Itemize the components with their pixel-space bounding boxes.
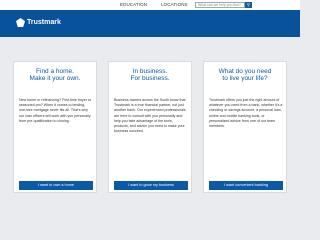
top-utility-bar: EDUCATION LOCATIONS ABOUT US What can we… (0, 0, 300, 10)
nav-education-link[interactable]: EDUCATION (120, 2, 147, 7)
card-banking: What do you need to live your life? Trus… (203, 61, 287, 193)
card-business: In business. For business. Business owne… (108, 61, 192, 193)
card-home: Find a home. Make it your own. New home … (13, 61, 97, 193)
card-title: What do you need to live your life? (218, 68, 272, 82)
search-icon[interactable]: ⚲ (245, 1, 252, 8)
main-content: Find a home. Make it your own. New home … (0, 37, 300, 218)
site-header: Trustmark (0, 10, 300, 37)
nav-locations-link[interactable]: LOCATIONS (161, 2, 188, 7)
convenient-banking-button[interactable]: I want convenient banking (209, 181, 283, 190)
search-input[interactable]: What can we help you find? (195, 1, 245, 8)
grow-business-button[interactable]: I want to grow my business (114, 181, 188, 190)
own-home-button[interactable]: I want to own a home (19, 181, 93, 190)
site-logo[interactable]: Trustmark (16, 18, 61, 27)
card-title: In business. For business. (130, 68, 170, 82)
logo-icon (16, 18, 25, 27)
logo-text: Trustmark (27, 19, 61, 26)
card-title: Find a home. Make it your own. (29, 68, 81, 82)
